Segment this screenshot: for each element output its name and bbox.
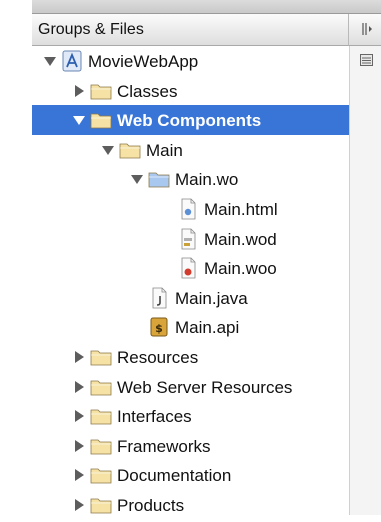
tree-row-label: Web Components (117, 111, 262, 130)
disclosure-collapsed-icon[interactable] (72, 350, 86, 364)
column-strip (349, 46, 381, 515)
tree-row[interactable]: Main (32, 135, 349, 165)
disclosure-expanded-icon[interactable] (130, 172, 144, 186)
groups-files-header[interactable]: Groups & Files (32, 14, 349, 46)
disclosure-collapsed-icon[interactable] (72, 84, 86, 98)
window-margin (0, 0, 32, 515)
tree-row-label: Main.api (175, 318, 240, 337)
folder-icon (89, 434, 113, 458)
tree-row[interactable]: Web Server Resources (32, 372, 349, 402)
disclosure-expanded-icon[interactable] (72, 113, 86, 127)
tree-row[interactable]: Main.html (32, 194, 349, 224)
folder-icon (89, 345, 113, 369)
tree-row[interactable]: Products (32, 490, 349, 520)
tree-row[interactable]: Main.java (32, 283, 349, 313)
tree-row-label: Main.wo (175, 170, 239, 189)
tree-row[interactable]: Classes (32, 76, 349, 106)
tree-row-label: MovieWebApp (88, 52, 199, 71)
file-tree: MovieWebApp Classes Web Components Main Main… (32, 46, 349, 515)
folder-icon (89, 79, 113, 103)
disclosure-collapsed-icon[interactable] (72, 409, 86, 423)
disclosure-collapsed-icon[interactable] (72, 498, 86, 512)
split-view-icon (362, 23, 372, 35)
tree-row[interactable]: Main.wo (32, 164, 349, 194)
disclosure-collapsed-icon[interactable] (72, 439, 86, 453)
window-top-strip (32, 0, 381, 14)
xcode-project-icon (60, 49, 84, 73)
tree-row[interactable]: Resources (32, 342, 349, 372)
folder-icon (89, 375, 113, 399)
tree-row[interactable]: Documentation (32, 460, 349, 490)
tree-row[interactable]: Interfaces (32, 401, 349, 431)
tree-row[interactable]: Frameworks (32, 431, 349, 461)
tree-row-label: Main.woo (204, 259, 277, 278)
blue-folder-icon (147, 167, 171, 191)
tree-row[interactable]: $ Main.api (32, 312, 349, 342)
tree-row-label: Main.java (175, 289, 248, 308)
tree-row[interactable]: Main.wod (32, 224, 349, 254)
disclosure-expanded-icon[interactable] (101, 143, 115, 157)
tree-row-label: Web Server Resources (117, 378, 293, 397)
disclosure-collapsed-icon[interactable] (72, 380, 86, 394)
tree-row[interactable]: Web Components (32, 105, 349, 135)
split-view-button[interactable] (349, 14, 381, 46)
html-file-icon (176, 197, 200, 221)
folder-icon (89, 493, 113, 517)
tree-row[interactable]: MovieWebApp (32, 46, 349, 76)
folder-icon (118, 138, 142, 162)
tree-row-label: Documentation (117, 466, 232, 485)
groups-and-files-pane: Groups & Files MovieWebApp Classes Web Com… (0, 0, 381, 515)
folder-icon (89, 463, 113, 487)
list-view-icon[interactable] (360, 54, 373, 66)
wod-file-icon (176, 227, 200, 251)
tree-row-label: Main.html (204, 200, 278, 219)
tree-row-label: Frameworks (117, 437, 211, 456)
folder-icon (89, 404, 113, 428)
woo-file-icon (176, 256, 200, 280)
tree-row-label: Products (117, 496, 185, 515)
tree-row[interactable]: Main.woo (32, 253, 349, 283)
tree-row-label: Resources (117, 348, 199, 367)
disclosure-expanded-icon[interactable] (43, 54, 57, 68)
tree-row-label: Classes (117, 82, 178, 101)
folder-icon (89, 108, 113, 132)
tree-row-label: Main (146, 141, 183, 160)
groups-files-title: Groups & Files (38, 21, 144, 38)
tree-row-label: Main.wod (204, 230, 277, 249)
disclosure-collapsed-icon[interactable] (72, 468, 86, 482)
java-file-icon (147, 286, 171, 310)
api-file-icon: $ (147, 315, 171, 339)
tree-row-label: Interfaces (117, 407, 192, 426)
svg-text:$: $ (155, 322, 163, 335)
